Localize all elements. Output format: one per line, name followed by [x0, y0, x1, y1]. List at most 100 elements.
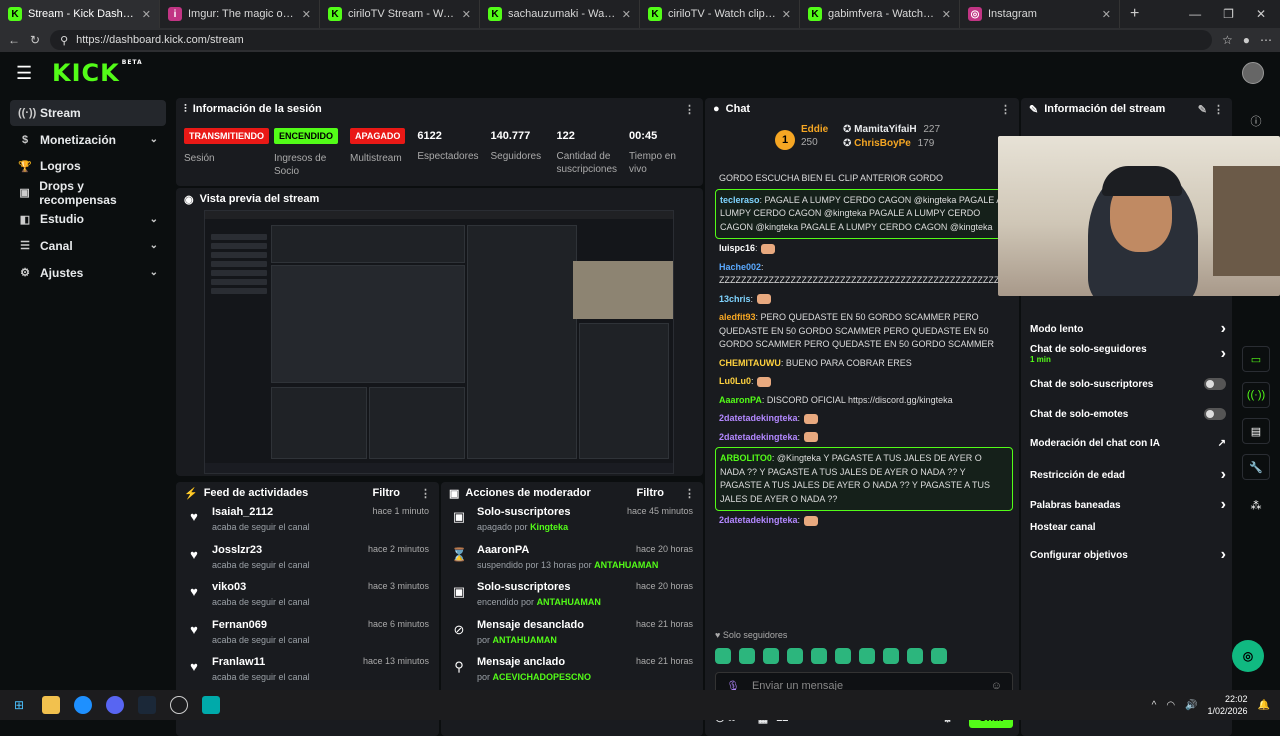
info-icon[interactable]: ⓘ	[1242, 108, 1270, 134]
mod-actor[interactable]: ANTAHUAMAN	[594, 560, 658, 570]
setting-moderaci-n-del-chat-con-ia[interactable]: Moderación del chat con IA ↗	[1030, 438, 1226, 449]
sidebar-item-estudio[interactable]: ◧ Estudio ⌄	[10, 206, 166, 232]
setting-chat-de-solo-suscriptores[interactable]: Chat de solo-suscriptores	[1030, 378, 1226, 390]
feed-filter-button[interactable]: Filtro	[373, 487, 401, 499]
minimize-icon[interactable]: —	[1189, 7, 1201, 21]
mod-actor[interactable]: ANTAHUAMAN	[493, 635, 557, 645]
reload-icon[interactable]: ↻	[30, 33, 40, 47]
toggle-switch[interactable]	[1204, 408, 1226, 420]
setting-configurar-objetivos[interactable]: Configurar objetivos ›	[1030, 546, 1226, 564]
chat-username[interactable]: aledfit93	[719, 312, 756, 322]
mod-action-item[interactable]: ⚲ Mensaje anclado hace 21 horas por ACEVICH…	[441, 656, 703, 692]
sidebar-item-logros[interactable]: 🏆 Logros	[10, 153, 166, 179]
file-explorer-icon[interactable]	[42, 696, 60, 714]
chevron-right-icon[interactable]: ›	[1221, 345, 1226, 363]
feed-item[interactable]: ♥ viko03 hace 3 minutos acaba de seguir el …	[176, 581, 439, 617]
mod-actor[interactable]: Kingteka	[530, 522, 568, 532]
edge-icon[interactable]	[74, 696, 92, 714]
chevron-down-icon[interactable]: ⌄	[150, 214, 158, 225]
chevron-down-icon[interactable]: ⌄	[150, 134, 158, 145]
back-icon[interactable]: ←	[8, 33, 20, 47]
emote[interactable]	[883, 648, 899, 664]
maximize-icon[interactable]: ❐	[1223, 7, 1234, 21]
notepad-icon[interactable]	[202, 696, 220, 714]
mod-action-item[interactable]: ▣ Solo-suscriptores hace 45 minutos apagado…	[441, 506, 703, 542]
toggle-switch[interactable]	[1204, 378, 1226, 390]
browser-tab[interactable]: K Stream - Kick Dashboard ✕	[0, 0, 160, 28]
chat-username[interactable]: luispc16	[719, 243, 755, 253]
more-icon[interactable]: ⋮	[684, 103, 695, 116]
chat-username[interactable]: CHEMITAUWU	[719, 358, 781, 368]
chevron-down-icon[interactable]: ⌄	[150, 240, 158, 251]
emote[interactable]	[763, 648, 779, 664]
browser-tab[interactable]: Ksachauzumaki - Watch clips on Ki ✕	[480, 0, 640, 28]
chat-username[interactable]: 13chris	[719, 294, 751, 304]
emote[interactable]	[835, 648, 851, 664]
tab-close-icon[interactable]: ✕	[782, 8, 791, 21]
stream-preview-video[interactable]	[204, 210, 674, 474]
layout-icon[interactable]: ▤	[1242, 418, 1270, 444]
apps-icon[interactable]: ⁂	[1242, 492, 1270, 518]
setting-chat-de-solo-emotes[interactable]: Chat de solo-emotes	[1030, 408, 1226, 420]
site-info-icon[interactable]: ⚲	[60, 34, 68, 47]
mod-actor[interactable]: ACEVICHADOPESCNO	[493, 672, 592, 682]
sidebar-item-canal[interactable]: ☰ Canal ⌄	[10, 233, 166, 259]
kick-logo[interactable]: KICK BETA	[52, 59, 143, 87]
close-icon[interactable]: ✕	[1256, 7, 1266, 21]
chevron-right-icon[interactable]: ›	[1221, 466, 1226, 484]
tab-close-icon[interactable]: ✕	[942, 8, 951, 21]
mod-action-item[interactable]: ▣ Solo-suscriptores hace 20 horas encendido…	[441, 581, 703, 617]
tab-close-icon[interactable]: ✕	[142, 8, 151, 21]
leader-2[interactable]: ✪ MamitaYifaiH 227	[843, 124, 940, 135]
profile-icon[interactable]: ●	[1243, 33, 1250, 47]
chevron-down-icon[interactable]: ⌄	[150, 267, 158, 278]
setting-modo-lento[interactable]: Modo lento ›	[1030, 320, 1226, 338]
browser-tab[interactable]: ◎ Instagram ✕	[960, 0, 1120, 28]
chevron-right-icon[interactable]: ›	[1221, 546, 1226, 564]
help-fab[interactable]: ◎	[1232, 640, 1264, 672]
obs-icon[interactable]	[170, 696, 188, 714]
emote[interactable]	[859, 648, 875, 664]
tray-chevron-icon[interactable]: ^	[1152, 700, 1157, 711]
feed-item[interactable]: ♥ Isaiah_2112 hace 1 minuto acaba de seguir…	[176, 506, 439, 542]
more-icon[interactable]: ⋮	[420, 487, 431, 500]
tab-close-icon[interactable]: ✕	[302, 8, 311, 21]
emote[interactable]	[739, 648, 755, 664]
setting-hostear-canal[interactable]: Hostear canal	[1030, 522, 1226, 533]
notifications-icon[interactable]: 🔔	[1258, 700, 1270, 711]
chat-username[interactable]: 2datetadekingteka	[719, 515, 798, 525]
more-icon[interactable]: ⋮	[684, 487, 695, 500]
sidebar-item-monetizaci-n[interactable]: $ Monetización ⌄	[10, 127, 166, 153]
chat-settings-icon[interactable]: ▭	[1242, 346, 1270, 372]
browser-tab[interactable]: KciriloTV - Watch clips on Kick ✕	[640, 0, 800, 28]
clock[interactable]: 22:02 1/02/2026	[1208, 693, 1248, 717]
emote[interactable]	[715, 648, 731, 664]
external-link-icon[interactable]: ↗	[1218, 438, 1226, 449]
chat-username[interactable]: AaaronPA	[719, 395, 762, 405]
discord-icon[interactable]	[106, 696, 124, 714]
sidebar-item-ajustes[interactable]: ⚙ Ajustes ⌄	[10, 260, 166, 286]
new-tab-button[interactable]: +	[1120, 5, 1149, 23]
mod-action-item[interactable]: ⊘ Mensaje desanclado hace 21 horas por ANTA…	[441, 619, 703, 655]
chat-username[interactable]: Hache002	[719, 262, 761, 272]
mods-filter-button[interactable]: Filtro	[637, 487, 665, 499]
browser-tab[interactable]: Kgabimfvera - Watch clips on Kick ✕	[800, 0, 960, 28]
setting-restricci-n-de-edad[interactable]: Restricción de edad ›	[1030, 466, 1226, 484]
edit-icon[interactable]: ✎	[1198, 103, 1207, 116]
browser-tab[interactable]: KciriloTV Stream - Watch Live on Ki ✕	[320, 0, 480, 28]
mod-actor[interactable]: ANTAHUAMAN	[537, 597, 601, 607]
favorite-icon[interactable]: ☆	[1222, 33, 1233, 47]
tab-close-icon[interactable]: ✕	[462, 8, 471, 21]
emote[interactable]	[787, 648, 803, 664]
browser-tab[interactable]: i Imgur: The magic of the Internet ✕	[160, 0, 320, 28]
feed-item[interactable]: ♥ Josslzr23 hace 2 minutos acaba de seguir …	[176, 544, 439, 580]
leader-3[interactable]: ✪ ChrisBoyPe 179	[843, 138, 934, 149]
more-icon[interactable]: ⋮	[1213, 103, 1224, 116]
sidebar-item-drops-y-recompensas[interactable]: ▣ Drops y recompensas	[10, 179, 166, 207]
feed-item[interactable]: ♥ Fernan069 hace 6 minutos acaba de seguir …	[176, 619, 439, 655]
tab-close-icon[interactable]: ✕	[1102, 8, 1111, 21]
steam-icon[interactable]	[138, 696, 156, 714]
start-icon[interactable]: ⊞	[10, 696, 28, 714]
chevron-right-icon[interactable]: ›	[1221, 496, 1226, 514]
setting-chat-de-solo-seguidores[interactable]: Chat de solo-seguidores 1 min ›	[1030, 344, 1226, 364]
